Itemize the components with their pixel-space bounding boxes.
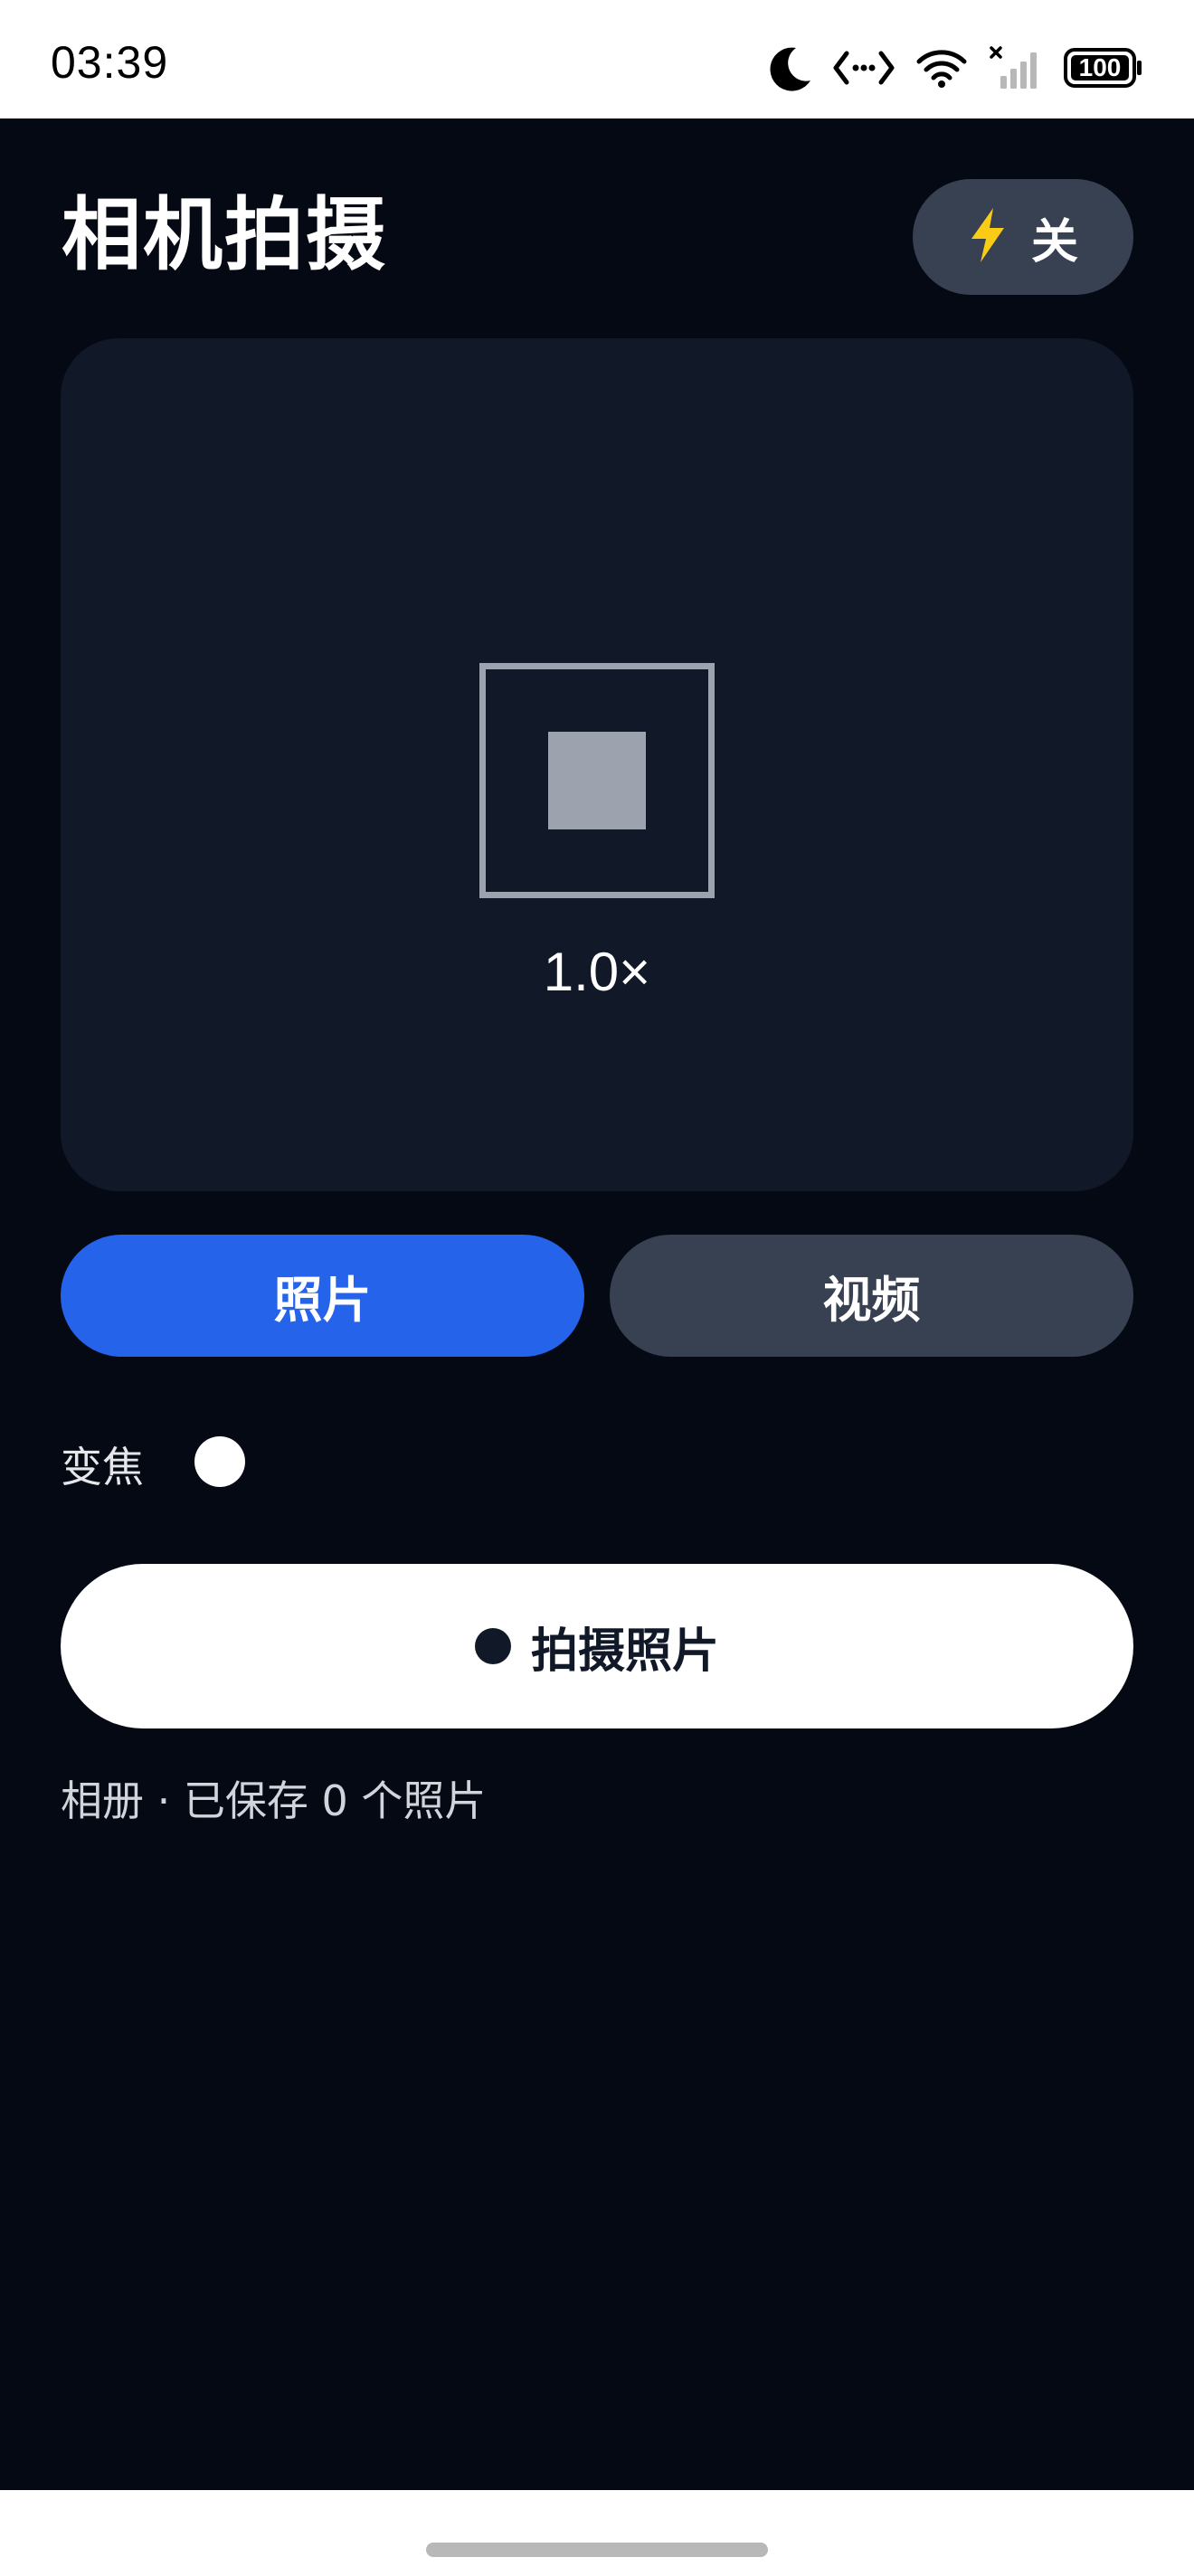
take-photo-button[interactable]: 拍摄照片 [61, 1564, 1133, 1728]
focus-frame-icon [479, 663, 715, 898]
zoom-toggle[interactable] [194, 1436, 245, 1487]
battery-icon: 100 [1064, 48, 1143, 88]
battery-level: 100 [1078, 53, 1122, 81]
signal-icon [988, 45, 1044, 90]
tab-video[interactable]: 视频 [610, 1235, 1133, 1357]
lightning-icon [968, 206, 1008, 268]
status-icons: 100 [769, 41, 1143, 95]
page-title: 相机拍摄 [62, 188, 388, 281]
take-photo-label: 拍摄照片 [530, 1624, 719, 1679]
camera-app: 相机拍摄 关 1.0× 照片 视频 变焦 拍摄照片 相册 · 已保存 0 个照片 [0, 118, 1194, 2490]
data-transfer-icon [832, 48, 896, 88]
camera-viewfinder[interactable]: 1.0× [61, 338, 1133, 1191]
flash-label: 关 [1030, 214, 1078, 270]
status-bar: 03:39 100 [0, 0, 1194, 118]
flash-toggle-button[interactable]: 关 [913, 179, 1133, 295]
home-indicator[interactable] [426, 2543, 768, 2557]
zoom-readout: 1.0× [543, 942, 651, 1002]
zoom-label: 变焦 [61, 1443, 144, 1492]
album-status-link[interactable]: 相册 · 已保存 0 个照片 [61, 1768, 486, 1828]
record-dot-icon [474, 1628, 511, 1664]
focus-inner-square [548, 732, 646, 829]
status-time: 03:39 [51, 37, 169, 88]
tab-photo[interactable]: 照片 [61, 1235, 584, 1357]
wifi-icon [915, 47, 968, 89]
moon-icon [769, 44, 812, 91]
system-nav-bar [0, 2490, 1194, 2576]
